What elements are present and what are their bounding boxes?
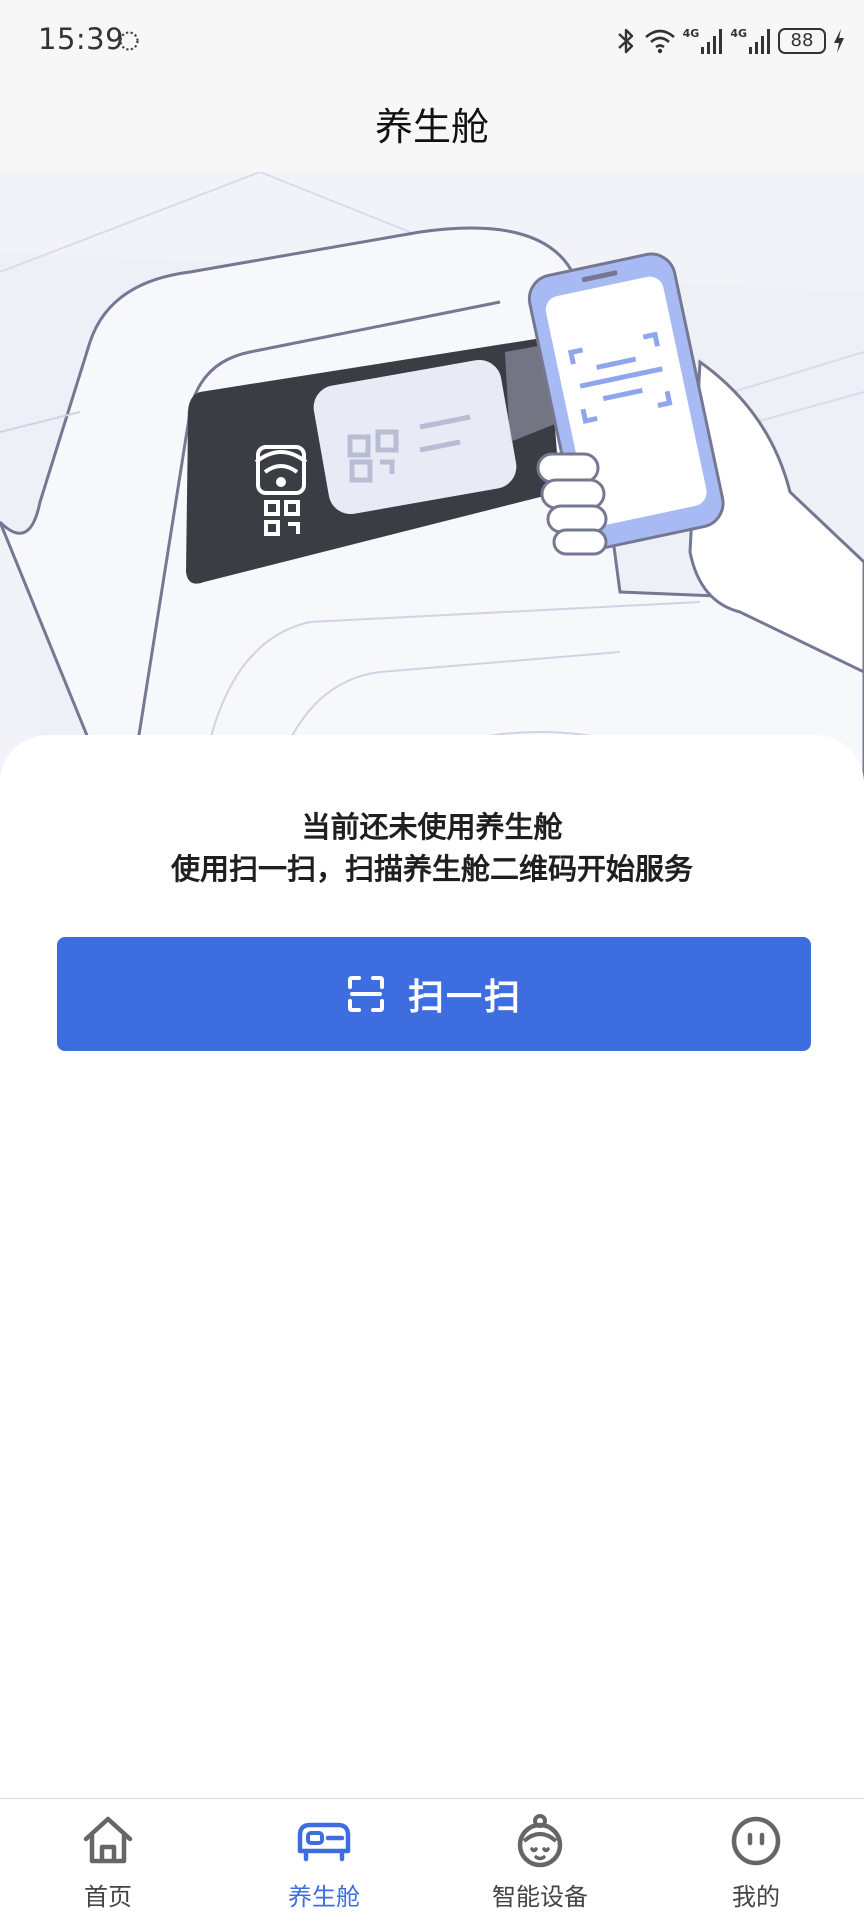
loading-icon bbox=[119, 31, 139, 51]
tab-capsule[interactable]: 养生舱 bbox=[216, 1799, 432, 1921]
profile-icon bbox=[731, 1816, 781, 1866]
network-type-label: 4G bbox=[730, 27, 747, 40]
page-title: 养生舱 bbox=[374, 105, 489, 149]
bottom-tab-bar: 首页 养生舱 智能设备 我的 bbox=[0, 1798, 864, 1921]
scan-qr-illustration bbox=[0, 172, 864, 792]
status-bar: 15:39 4G 4G 88 bbox=[0, 0, 864, 82]
status-time: 15:39 bbox=[38, 22, 125, 56]
bluetooth-icon bbox=[617, 28, 633, 54]
signal-2: 4G bbox=[730, 27, 772, 55]
content-card bbox=[0, 735, 864, 1795]
charging-icon bbox=[834, 29, 844, 53]
signal-icon bbox=[701, 29, 723, 54]
message-line-2: 使用扫一扫，扫描养生舱二维码开始服务 bbox=[170, 852, 693, 886]
network-type-label: 4G bbox=[682, 27, 700, 40]
battery-level: 88 bbox=[790, 30, 814, 51]
status-icons: 4G 4G 88 bbox=[615, 20, 846, 62]
tab-home[interactable]: 首页 bbox=[0, 1799, 216, 1921]
tab-smart-device[interactable]: 智能设备 bbox=[432, 1799, 648, 1921]
scan-icon bbox=[347, 976, 384, 1012]
empty-state-message: 当前还未使用养生舱 使用扫一扫，扫描养生舱二维码开始服务 bbox=[0, 806, 864, 890]
smart-device-icon bbox=[517, 1814, 563, 1868]
tab-label: 我的 bbox=[732, 1883, 780, 1911]
tab-label: 首页 bbox=[84, 1883, 132, 1911]
signal-icon bbox=[749, 29, 770, 54]
battery-icon: 88 bbox=[778, 28, 826, 54]
tab-profile[interactable]: 我的 bbox=[648, 1799, 864, 1921]
home-icon bbox=[83, 1816, 133, 1864]
capsule-icon bbox=[297, 1822, 351, 1862]
tab-label: 智能设备 bbox=[492, 1883, 588, 1911]
message-line-1: 当前还未使用养生舱 bbox=[301, 810, 563, 844]
scan-button[interactable]: 扫一扫 bbox=[57, 937, 811, 1051]
signal-1: 4G bbox=[683, 27, 725, 55]
scan-button-label: 扫一扫 bbox=[407, 977, 522, 1018]
tab-label: 养生舱 bbox=[288, 1883, 360, 1911]
wifi-icon bbox=[644, 29, 675, 54]
nav-bar: 养生舱 bbox=[0, 82, 864, 172]
